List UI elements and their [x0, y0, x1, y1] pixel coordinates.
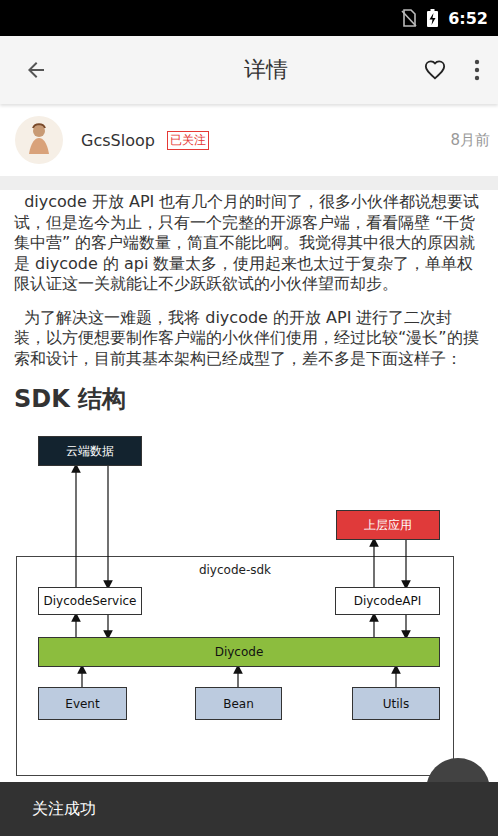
no-sim-icon — [401, 9, 417, 27]
avatar-icon[interactable] — [15, 116, 63, 164]
diagram-node: DiycodeAPI — [335, 587, 440, 615]
article-paragraph: 为了解决这一难题，我将 diycode 的开放 API 进行了二次封装，以方便想… — [14, 308, 484, 370]
post-time: 8月前 — [450, 131, 490, 150]
app-bar: 详情 — [0, 36, 498, 104]
battery-charging-icon — [427, 9, 438, 27]
diagram-node: DiycodeService — [38, 587, 142, 615]
diagram-node: Utils — [352, 687, 440, 720]
diagram-node: Event — [38, 687, 127, 720]
status-time: 6:52 — [448, 9, 488, 28]
heart-icon[interactable] — [424, 59, 446, 81]
app-bar-actions — [424, 59, 480, 81]
article-paragraph: diycode 开放 API 也有几个月的时间了，很多小伙伴都说想要试试，但是迄… — [14, 192, 484, 295]
detail-screen: 6:52 详情 GcsSloop 已关注 8月前 diycode 开放 API … — [0, 0, 498, 836]
snackbar: 关注成功 — [0, 782, 498, 836]
article-heading: SDK 结构 — [14, 383, 484, 415]
diagram-node: Diycode — [38, 637, 440, 667]
page-title: 详情 — [48, 55, 424, 85]
author-name[interactable]: GcsSloop — [81, 131, 155, 150]
divider — [0, 176, 498, 190]
diagram-node: Bean — [195, 687, 282, 720]
architecture-diagram: diycode-sdk 云端数据上层应用 DiycodeService Diycod… — [14, 429, 484, 789]
author-row[interactable]: GcsSloop 已关注 8月前 — [0, 104, 498, 176]
snackbar-message: 关注成功 — [32, 799, 96, 820]
back-arrow-icon[interactable] — [24, 58, 48, 82]
more-icon[interactable] — [474, 59, 480, 81]
diagram-node: 云端数据 — [38, 436, 142, 466]
diagram-node: 上层应用 — [336, 510, 440, 540]
article-content: diycode 开放 API 也有几个月的时间了，很多小伙伴都说想要试试，但是迄… — [0, 190, 498, 789]
sdk-caption: diycode-sdk — [17, 563, 453, 577]
follow-badge[interactable]: 已关注 — [167, 131, 209, 150]
status-bar: 6:52 — [0, 0, 498, 36]
